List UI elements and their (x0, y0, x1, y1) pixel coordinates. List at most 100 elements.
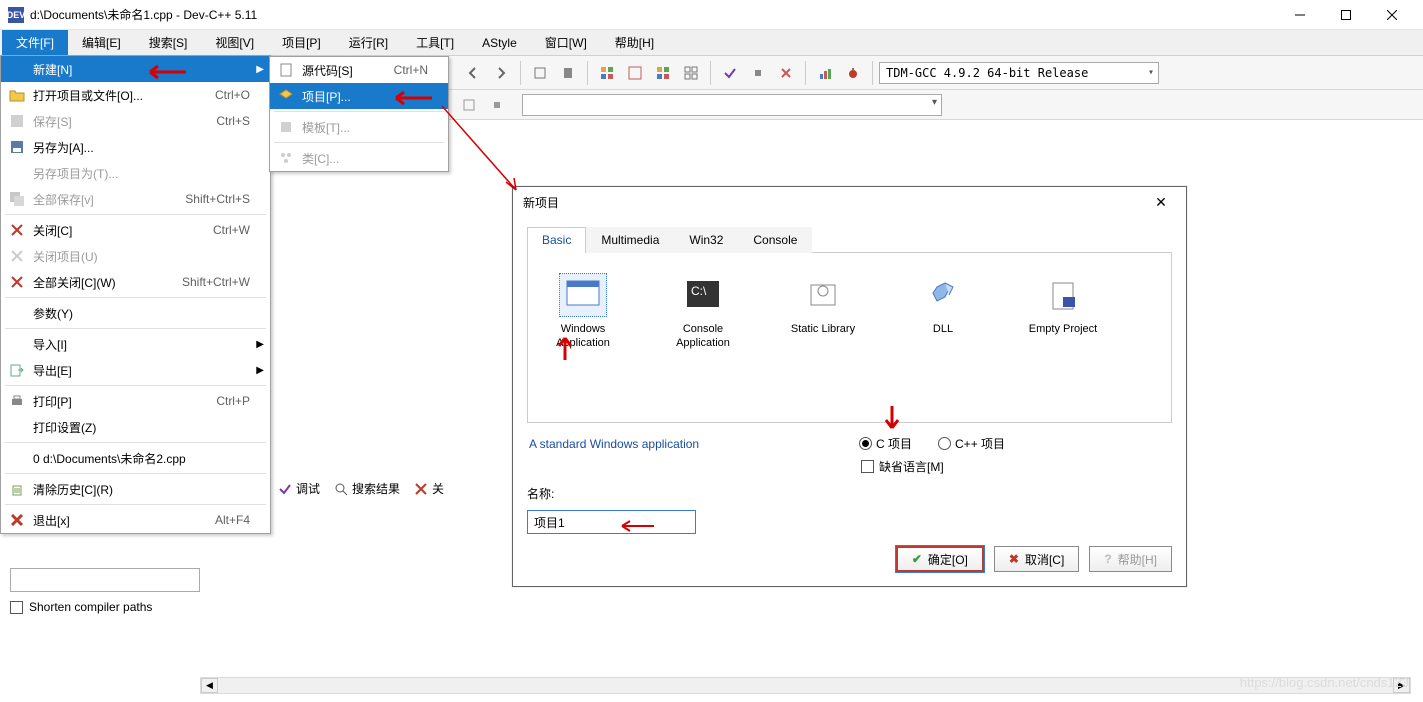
filemenu-close[interactable]: 关闭[C] Ctrl+W (1, 217, 270, 243)
scroll-left-button[interactable]: ◀ (201, 678, 218, 693)
filemenu-clearhist[interactable]: 清除历史[C](R) (1, 476, 270, 502)
menu-astyle[interactable]: AStyle (468, 30, 531, 55)
filemenu-recent0[interactable]: 0 d:\Documents\未命名2.cpp (1, 445, 270, 471)
tab-win32[interactable]: Win32 (674, 227, 738, 253)
filemenu-params[interactable]: 参数(Y) (1, 300, 270, 326)
btab-close[interactable]: 关 (414, 480, 444, 497)
radio-c-project[interactable]: C 项目 (859, 435, 912, 452)
project-name-input[interactable] (527, 510, 696, 534)
menu-search[interactable]: 搜索[S] (135, 30, 202, 55)
check-icon (278, 482, 292, 496)
svg-text:C:\: C:\ (691, 284, 707, 298)
btab-debug[interactable]: 调试 (278, 480, 320, 497)
tab-basic[interactable]: Basic (527, 227, 586, 253)
tool-x[interactable] (773, 60, 799, 86)
tool-back[interactable] (460, 60, 486, 86)
filemenu-saveas[interactable]: 另存为[A]... (1, 134, 270, 160)
minimize-button[interactable] (1277, 0, 1323, 30)
check-icon: ✔ (912, 552, 922, 566)
projtype-console-app[interactable]: C:\ Console Application (658, 273, 748, 351)
tool-fwd[interactable] (488, 60, 514, 86)
submenu-indicator-icon: ▶ (256, 64, 264, 75)
tool-grid2[interactable] (622, 60, 648, 86)
tool-chart[interactable] (812, 60, 838, 86)
dialog-close-button[interactable]: ✕ (1146, 187, 1176, 217)
filemenu-new[interactable]: 新建[N] ▶ (1, 56, 270, 82)
dll-icon (919, 273, 967, 317)
filemenu-save[interactable]: 保存[S] Ctrl+S (1, 108, 270, 134)
save-icon (7, 111, 27, 131)
window-title: d:\Documents\未命名1.cpp - Dev-C++ 5.11 (30, 6, 1277, 23)
cancel-button[interactable]: ✖ 取消[C] (994, 546, 1079, 572)
projtype-dll[interactable]: DLL (898, 273, 988, 337)
combo-scope[interactable] (522, 94, 942, 116)
projtype-static-lib[interactable]: Static Library (778, 273, 868, 337)
horizontal-scrollbar[interactable]: ◀ ▶ (200, 677, 1411, 694)
left-combo[interactable] (10, 568, 200, 592)
radio-cpp-project[interactable]: C++ 项目 (938, 435, 1005, 452)
filemenu-saveprojas[interactable]: 另存项目为(T)... (1, 160, 270, 186)
checkbox-default-lang[interactable] (861, 460, 874, 473)
submenu-indicator-icon: ▶ (256, 365, 264, 376)
menu-run[interactable]: 运行[R] (335, 30, 402, 55)
tool-check[interactable] (717, 60, 743, 86)
tool-r2b[interactable] (484, 92, 510, 118)
maximize-button[interactable] (1323, 0, 1369, 30)
app-icon: DEV (8, 7, 24, 23)
filemenu-import[interactable]: 导入[I] ▶ (1, 331, 270, 357)
filemenu-export[interactable]: 导出[E] ▶ (1, 357, 270, 383)
menu-help[interactable]: 帮助[H] (601, 30, 668, 55)
clear-history-icon (7, 479, 27, 499)
menu-file[interactable]: 文件[F] (2, 30, 68, 55)
submenu-indicator-icon: ▶ (256, 339, 264, 350)
tab-multimedia[interactable]: Multimedia (586, 227, 674, 253)
filemenu-printsetup[interactable]: 打印设置(Z) (1, 414, 270, 440)
newmenu-source[interactable]: 源代码[S] Ctrl+N (270, 57, 448, 83)
tool-grid4[interactable] (678, 60, 704, 86)
close-proj-icon (7, 246, 27, 266)
tool-stop[interactable] (745, 60, 771, 86)
dialog-title: 新项目 (523, 194, 1146, 211)
tab-console[interactable]: Console (738, 227, 812, 253)
filemenu-closeproj[interactable]: 关闭项目(U) (1, 243, 270, 269)
tool-r2a[interactable] (456, 92, 482, 118)
watermark: https://blog.csdn.net/cnds123 (1240, 675, 1409, 690)
help-button[interactable]: ? 帮助[H] (1089, 546, 1172, 572)
newmenu-class[interactable]: 类[C]... (270, 145, 448, 171)
projtype-windows-app[interactable]: Windows Application (538, 273, 628, 351)
tool-bkmk[interactable] (555, 60, 581, 86)
filemenu-saveall[interactable]: 全部保存[v] Shift+Ctrl+S (1, 186, 270, 212)
x-icon: ✖ (1009, 552, 1019, 566)
filemenu-open[interactable]: 打开项目或文件[O]... Ctrl+O (1, 82, 270, 108)
project-icon (276, 86, 296, 106)
export-icon (7, 360, 27, 380)
filemenu-closeall[interactable]: 全部关闭[C](W) Shift+Ctrl+W (1, 269, 270, 295)
filemenu-exit[interactable]: 退出[x] Alt+F4 (1, 507, 270, 533)
project-type-list: Windows Application C:\ Console Applicat… (527, 253, 1172, 423)
checkbox-icon (10, 601, 23, 614)
menu-edit[interactable]: 编辑[E] (68, 30, 135, 55)
tool-goto[interactable] (527, 60, 553, 86)
static-lib-icon (799, 273, 847, 317)
filemenu-print[interactable]: 打印[P] Ctrl+P (1, 388, 270, 414)
newmenu-template[interactable]: 模板[T]... (270, 114, 448, 140)
compiler-combo[interactable]: TDM-GCC 4.9.2 64-bit Release (879, 62, 1159, 84)
projtype-empty[interactable]: Empty Project (1018, 273, 1108, 337)
btab-search[interactable]: 搜索结果 (334, 480, 400, 497)
tool-bug[interactable] (840, 60, 866, 86)
menu-view[interactable]: 视图[V] (201, 30, 268, 55)
menu-window[interactable]: 窗口[W] (531, 30, 601, 55)
newmenu-project[interactable]: 项目[P]... (270, 83, 448, 109)
shorten-paths-checkbox[interactable]: Shorten compiler paths (10, 600, 152, 614)
search-icon (334, 482, 348, 496)
menu-project[interactable]: 项目[P] (268, 30, 335, 55)
menubar: 文件[F] 编辑[E] 搜索[S] 视图[V] 项目[P] 运行[R] 工具[T… (0, 30, 1423, 56)
blank-icon (7, 59, 27, 79)
titlebar: DEV d:\Documents\未命名1.cpp - Dev-C++ 5.11 (0, 0, 1423, 30)
tool-grid3[interactable] (650, 60, 676, 86)
tool-grid1[interactable] (594, 60, 620, 86)
menu-tools[interactable]: 工具[T] (402, 30, 468, 55)
close-button[interactable] (1369, 0, 1415, 30)
x-icon (414, 482, 428, 496)
ok-button[interactable]: ✔ 确定[O] (896, 546, 984, 572)
